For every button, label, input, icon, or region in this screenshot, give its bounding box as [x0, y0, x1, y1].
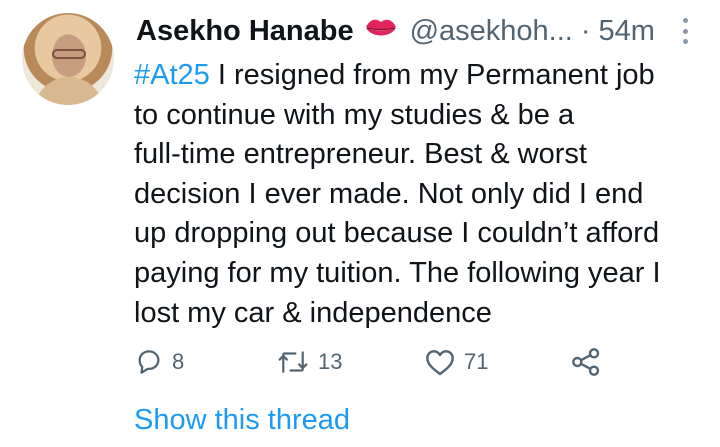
tweet-line-6: paying for my tuition. The following yea…	[134, 256, 661, 289]
heart-icon	[424, 347, 456, 377]
more-options-icon[interactable]	[676, 18, 694, 44]
tweet-line-7: lost my car & independence	[134, 296, 492, 329]
separator-dot: ·	[580, 14, 591, 47]
retweet-icon	[276, 347, 310, 377]
like-button[interactable]: 71	[424, 345, 488, 379]
avatar-glasses	[52, 49, 86, 59]
retweet-count: 13	[318, 349, 343, 374]
reply-count: 8	[172, 349, 185, 374]
retweet-button[interactable]: 13	[276, 345, 342, 379]
tweet-actions: 8 13 71	[134, 345, 614, 379]
hashtag-link[interactable]: #At25	[134, 59, 210, 91]
reply-button[interactable]: 8	[134, 345, 184, 379]
share-button[interactable]	[570, 345, 602, 379]
tweet-timestamp[interactable]: 54m	[599, 15, 655, 48]
tweet-text: #At25 I resigned from my Permanent job t…	[134, 56, 704, 333]
tweet-line-4: decision I ever made. Not only did I end	[134, 177, 644, 210]
tweet-line-2: to continue with my studies & be a	[134, 98, 575, 131]
kiss-mark-icon	[364, 15, 398, 48]
reply-icon	[134, 347, 164, 377]
like-count: 71	[464, 349, 489, 374]
tweet-line-5: up dropping out because I couldn’t affor…	[134, 217, 660, 250]
tweet-header: Asekho Hanabe @asekhoh... · 54m	[136, 10, 655, 52]
tweet-line-1: #At25 I resigned from my Permanent job	[134, 56, 704, 96]
author-avatar[interactable]	[22, 13, 114, 105]
tweet-line-3: full-time entrepreneur. Best & worst	[134, 138, 587, 171]
author-handle[interactable]: @asekhoh...	[410, 15, 573, 48]
show-thread-link[interactable]: Show this thread	[134, 404, 350, 437]
author-name[interactable]: Asekho Hanabe	[136, 15, 354, 48]
tweet-line-1-text: I resigned from my Permanent job	[209, 59, 655, 91]
avatar-body	[34, 77, 104, 105]
share-icon	[570, 347, 602, 377]
